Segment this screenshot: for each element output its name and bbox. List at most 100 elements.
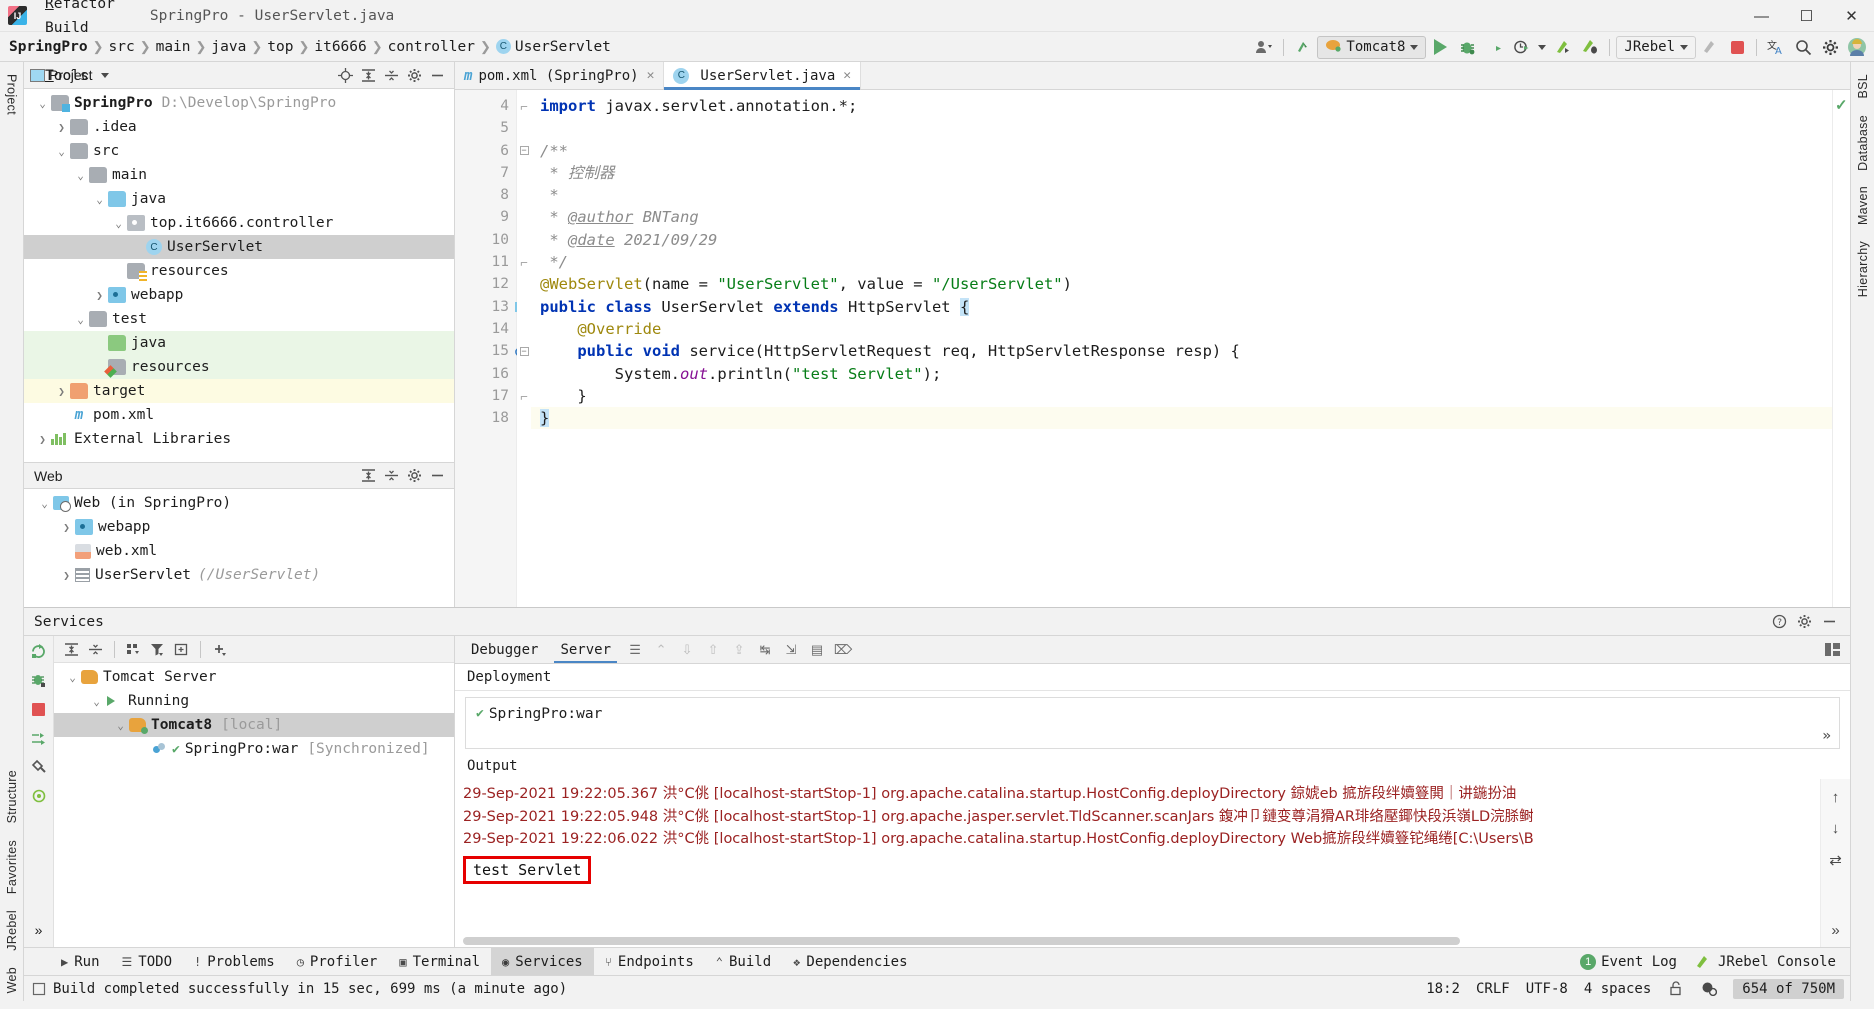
more-icon[interactable]: »	[1831, 922, 1839, 939]
rail-tab-bsl[interactable]: BSL	[1853, 66, 1873, 107]
scroll-end-icon[interactable]: ⇲	[779, 639, 803, 661]
tree-node[interactable]: ⌄ src	[24, 139, 454, 163]
jrebel-debug-button[interactable]	[1577, 35, 1603, 59]
jrebel-run-button[interactable]	[1550, 35, 1576, 59]
collapse-arrow-icon[interactable]: ⌄	[64, 671, 81, 684]
bottom-tab-build[interactable]: ⌃ Build	[705, 948, 782, 976]
deploy-icon[interactable]	[30, 729, 48, 747]
tree-node[interactable]: ⌄ main	[24, 163, 454, 187]
tree-node[interactable]: ❯ External Libraries	[24, 427, 454, 451]
tree-node[interactable]: ❯ .idea	[24, 115, 454, 139]
collapse-all-icon[interactable]	[381, 65, 402, 86]
fold-marker[interactable]: ⌐	[517, 95, 531, 117]
close-icon[interactable]: ✕	[647, 68, 655, 83]
fold-column[interactable]: ⌐ − ⌐ − ⌐	[517, 90, 531, 607]
left-tool-rail[interactable]: Project Structure Favorites JRebel Web	[0, 62, 24, 1001]
bottom-tab-run[interactable]: ▶ Run	[50, 948, 111, 976]
breadcrumb-item-it6666[interactable]: it6666	[311, 37, 369, 57]
services-tree-toolbar[interactable]	[54, 636, 454, 663]
code-line[interactable]: }	[531, 407, 1832, 430]
fold-marker[interactable]: ⌐	[517, 251, 531, 273]
menu-item-refactor[interactable]: Refactor	[36, 0, 124, 16]
project-tree[interactable]: ⌄ SpringPro D:\Develop\SpringPro ❯ .idea ⌄ src…	[24, 89, 454, 462]
collapse-all-icon[interactable]	[85, 639, 106, 660]
avatar-icon[interactable]	[1844, 35, 1870, 59]
rail-tab-jrebel[interactable]: JRebel	[2, 902, 22, 959]
hide-icon[interactable]	[1819, 611, 1840, 632]
debug-icon[interactable]	[30, 671, 48, 689]
code-line[interactable]: import javax.servlet.annotation.*;	[531, 95, 1832, 117]
filter-icon[interactable]	[147, 639, 168, 660]
tree-node[interactable]: ⌄ top.it6666.controller	[24, 211, 454, 235]
close-icon[interactable]: ✕	[843, 68, 851, 83]
scroll-down-icon[interactable]: ↓	[1832, 820, 1840, 837]
console-horizontal-scrollbar[interactable]	[463, 937, 1810, 945]
rail-tab-favorites[interactable]: Favorites	[2, 832, 22, 902]
code-line[interactable]: * 控制器	[531, 162, 1832, 184]
unlocked-icon[interactable]	[1667, 980, 1684, 997]
expand-all-icon[interactable]	[358, 65, 379, 86]
close-button[interactable]: ✕	[1829, 0, 1874, 32]
collapse-all-icon[interactable]	[381, 465, 402, 486]
settings-icon[interactable]	[404, 65, 425, 86]
code-line[interactable]: public class UserServlet extends HttpSer…	[531, 296, 1832, 318]
jrebel-rocket-icon[interactable]	[1697, 35, 1723, 59]
code-line[interactable]: * @author BNTang	[531, 206, 1832, 228]
tree-node[interactable]: ⌄ Running	[54, 689, 454, 713]
run-with-coverage-button[interactable]	[1481, 35, 1507, 59]
fold-marker[interactable]: −	[517, 140, 531, 162]
tree-node[interactable]: ⌄ Tomcat Server	[54, 665, 454, 689]
rail-tab-web[interactable]: Web	[2, 959, 22, 1001]
down-stack-icon[interactable]: ⇧	[701, 639, 725, 661]
bottom-tab-problems[interactable]: ! Problems	[183, 948, 286, 976]
line-separator[interactable]: CRLF	[1476, 981, 1510, 997]
inspection-marker-gutter[interactable]: ✓	[1832, 90, 1850, 607]
collapse-arrow-icon[interactable]: ⌄	[112, 719, 129, 732]
code-line[interactable]: * @date 2021/09/29	[531, 229, 1832, 251]
breadcrumb-item-file[interactable]: C UserServlet	[493, 37, 614, 57]
tree-node[interactable]: ❯ target	[24, 379, 454, 403]
layout-settings-icon[interactable]	[1820, 639, 1844, 661]
code-line[interactable]: */	[531, 251, 1832, 273]
tree-node[interactable]: ❯ UserServlet (/UserServlet)	[24, 563, 454, 587]
tree-node[interactable]: ❯ webapp	[24, 283, 454, 307]
settings-icon[interactable]	[404, 465, 425, 486]
editor-tab[interactable]: C UserServlet.java ✕	[664, 62, 862, 90]
minimize-button[interactable]: —	[1739, 0, 1784, 32]
services-tab-server[interactable]: Server	[550, 638, 621, 663]
breadcrumb[interactable]: SpringPro ❯ src ❯ main ❯ java ❯ top ❯ it6666 ❯ contr…	[6, 37, 614, 57]
breadcrumb-item-top[interactable]: top	[264, 37, 296, 57]
inspection-icon[interactable]	[1700, 980, 1717, 997]
editor-tabs[interactable]: m pom.xml (SpringPro) ✕ C UserServlet.java ✕	[455, 62, 1850, 90]
tree-node[interactable]: ⌄ java	[24, 187, 454, 211]
bottom-tab-dependencies[interactable]: ❖ Dependencies	[782, 948, 918, 976]
soft-wrap-icon[interactable]: ↹	[753, 639, 777, 661]
locate-icon[interactable]	[335, 65, 356, 86]
run-button[interactable]	[1427, 35, 1453, 59]
stop-icon[interactable]	[30, 700, 48, 718]
expand-arrow-icon[interactable]: ❯	[58, 521, 75, 534]
settings-icon[interactable]	[1794, 611, 1815, 632]
filter-icon[interactable]	[30, 787, 48, 805]
user-dropdown-icon[interactable]	[1251, 35, 1277, 59]
console-output[interactable]: 29-Sep-2021 19:22:05.367 洪°C佻 [localhost…	[455, 779, 1850, 947]
tree-node[interactable]: ❯ webapp	[24, 515, 454, 539]
code-line[interactable]: /**	[531, 140, 1832, 162]
settings-icon[interactable]	[30, 758, 48, 776]
bottom-tool-bar[interactable]: ▶ Run ☰ TODO! Problems ◷ Profiler ▣ Terminal ◉ Ser…	[24, 947, 1850, 976]
more-icon[interactable]: »	[1822, 728, 1831, 744]
tree-node[interactable]: ⌄ Web (in SpringPro)	[24, 491, 454, 515]
jrebel-configuration-selector[interactable]: JRebel	[1616, 35, 1696, 59]
tree-node[interactable]: C UserServlet	[24, 235, 454, 259]
console-side-toolbar[interactable]: ↑ ↓ ⇄ »	[1820, 779, 1850, 947]
collapse-arrow-icon[interactable]: ⌄	[36, 497, 53, 510]
breadcrumb-item-src[interactable]: src	[105, 37, 137, 57]
group-icon[interactable]	[123, 639, 144, 660]
services-content-tabs[interactable]: Debugger Server ☰ ⌃ ⇩ ⇧ ⇪ ↹ ⇲ ▤ ⌦	[455, 636, 1850, 664]
up-icon[interactable]: ⇪	[727, 639, 751, 661]
fold-marker[interactable]: ⌐	[517, 385, 531, 407]
update-project-icon[interactable]	[1290, 35, 1316, 59]
tree-node[interactable]: ⌄ test	[24, 307, 454, 331]
profiler-dropdown-icon[interactable]	[1535, 35, 1549, 59]
caret-position[interactable]: 18:2	[1426, 981, 1460, 997]
